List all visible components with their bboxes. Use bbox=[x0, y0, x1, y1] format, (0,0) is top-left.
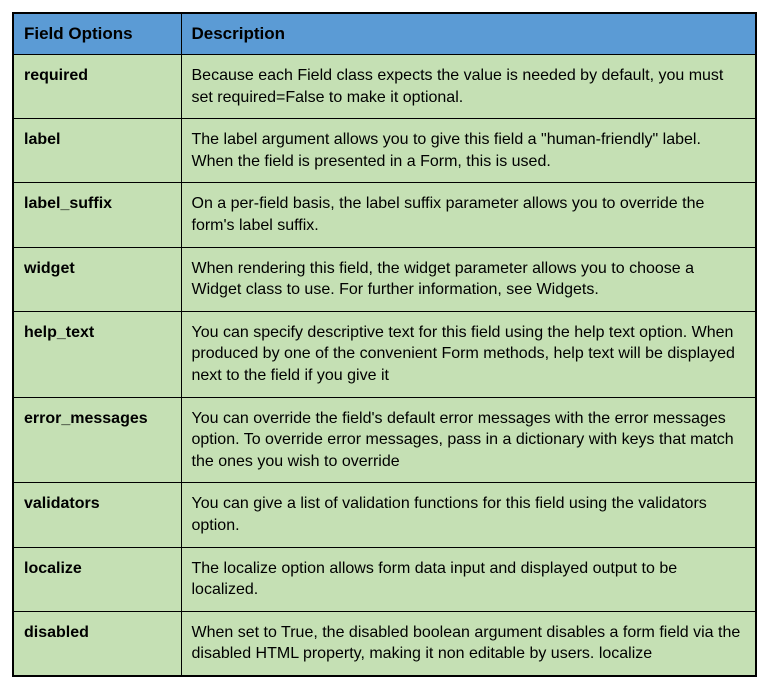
table-header-row: Field Options Description bbox=[13, 13, 756, 55]
description-cell: The label argument allows you to give th… bbox=[181, 119, 756, 183]
table-row: label_suffix On a per-field basis, the l… bbox=[13, 183, 756, 247]
table-row: localize The localize option allows form… bbox=[13, 547, 756, 611]
table-row: required Because each Field class expect… bbox=[13, 55, 756, 119]
description-cell: When set to True, the disabled boolean a… bbox=[181, 611, 756, 676]
table-row: disabled When set to True, the disabled … bbox=[13, 611, 756, 676]
option-cell: widget bbox=[13, 247, 181, 311]
description-cell: The localize option allows form data inp… bbox=[181, 547, 756, 611]
description-cell: You can give a list of validation functi… bbox=[181, 483, 756, 547]
option-cell: required bbox=[13, 55, 181, 119]
description-cell: You can override the field's default err… bbox=[181, 397, 756, 483]
option-cell: localize bbox=[13, 547, 181, 611]
description-cell: When rendering this field, the widget pa… bbox=[181, 247, 756, 311]
header-description: Description bbox=[181, 13, 756, 55]
option-cell: label_suffix bbox=[13, 183, 181, 247]
option-cell: disabled bbox=[13, 611, 181, 676]
table-row: label The label argument allows you to g… bbox=[13, 119, 756, 183]
table-row: error_messages You can override the fiel… bbox=[13, 397, 756, 483]
table-row: help_text You can specify descriptive te… bbox=[13, 311, 756, 397]
option-cell: error_messages bbox=[13, 397, 181, 483]
header-field-options: Field Options bbox=[13, 13, 181, 55]
option-cell: validators bbox=[13, 483, 181, 547]
description-cell: On a per-field basis, the label suffix p… bbox=[181, 183, 756, 247]
description-cell: You can specify descriptive text for thi… bbox=[181, 311, 756, 397]
option-cell: label bbox=[13, 119, 181, 183]
option-cell: help_text bbox=[13, 311, 181, 397]
table-row: validators You can give a list of valida… bbox=[13, 483, 756, 547]
description-cell: Because each Field class expects the val… bbox=[181, 55, 756, 119]
field-options-table: Field Options Description required Becau… bbox=[12, 12, 757, 677]
table-row: widget When rendering this field, the wi… bbox=[13, 247, 756, 311]
